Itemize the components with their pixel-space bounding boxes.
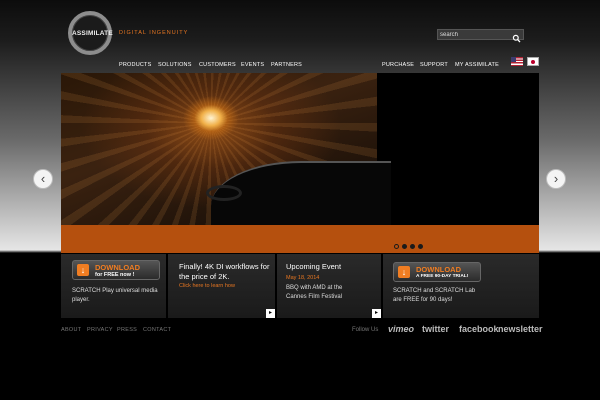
facebook-icon[interactable]: facebook	[459, 324, 499, 334]
event-text: BBQ with AMD at the Cannes Film Festival	[286, 285, 343, 300]
panel-text: SCRATCH and SCRATCH Lab are FREE for 90 …	[393, 288, 476, 303]
chevron-right-icon[interactable]: ›	[546, 169, 566, 189]
event-date: May 18, 2014	[286, 275, 320, 281]
download-sublabel: A FREE 90-DAY TRIAL!	[416, 274, 469, 279]
download-trial-button[interactable]: ↓ DOWNLOAD A FREE 90-DAY TRIAL!	[393, 262, 481, 282]
nav-events[interactable]: EVENTS	[241, 62, 264, 68]
vimeo-icon[interactable]: vimeo	[388, 324, 414, 334]
corner-arrow-icon[interactable]: ▸	[372, 309, 381, 318]
hero-image-car-tunnel[interactable]	[61, 73, 391, 251]
assimilate-logo[interactable]: ASSIMILATE	[68, 11, 113, 55]
japan-flag-icon[interactable]	[527, 57, 539, 66]
newsletter-icon[interactable]: newsletter	[498, 324, 543, 334]
chevron-left-icon[interactable]: ‹	[33, 169, 53, 189]
tagline: DIGITAL INGENUITY	[119, 30, 189, 36]
download-arrow-icon: ↓	[77, 264, 89, 276]
search-icon[interactable]	[512, 30, 521, 43]
panel-upcoming-event: Upcoming Event May 18, 2014 BBQ with AMD…	[277, 254, 381, 318]
hero-slider	[61, 73, 539, 253]
slider-dot[interactable]	[418, 244, 423, 249]
nav-customers[interactable]: CUSTOMERS	[199, 62, 236, 68]
panel-title: Finally! 4K DI workflows for the price o…	[179, 262, 270, 281]
learn-how-link[interactable]: Click here to learn how	[179, 283, 235, 289]
nav-support[interactable]: SUPPORT	[420, 62, 448, 68]
panel-scratch-play: ↓ DOWNLOAD for FREE now ! SCRATCH Play u…	[61, 254, 166, 318]
search-box	[437, 29, 524, 43]
promo-panels: ↓ DOWNLOAD for FREE now ! SCRATCH Play u…	[61, 254, 539, 318]
download-label: DOWNLOAD	[95, 263, 140, 272]
slider-dot[interactable]	[394, 244, 399, 249]
panel-title: Upcoming Event	[286, 262, 342, 271]
nav-products[interactable]: PRODUCTS	[119, 62, 151, 68]
panel-4k-di: Finally! 4K DI workflows for the price o…	[168, 254, 275, 318]
nav-purchase[interactable]: PURCHASE	[382, 62, 414, 68]
panel-free-trial: ↓ DOWNLOAD A FREE 90-DAY TRIAL! SCRATCH …	[383, 254, 539, 318]
corner-arrow-icon[interactable]: ▸	[266, 309, 275, 318]
slider-dots	[394, 236, 426, 253]
us-flag-icon[interactable]	[511, 57, 523, 66]
follow-us-label: Follow Us	[352, 327, 379, 333]
download-play-button[interactable]: ↓ DOWNLOAD for FREE now !	[72, 260, 160, 280]
footer-about[interactable]: ABOUT	[61, 327, 81, 333]
nav-solutions[interactable]: SOLUTIONS	[158, 62, 192, 68]
steering-wheel	[206, 185, 242, 201]
footer-privacy[interactable]: PRIVACY	[87, 327, 113, 333]
download-label: DOWNLOAD	[416, 265, 461, 274]
nav-my-assimilate[interactable]: MY ASSIMILATE	[455, 62, 499, 68]
search-input[interactable]	[440, 30, 512, 39]
logo-text: ASSIMILATE	[72, 30, 113, 37]
download-arrow-icon: ↓	[398, 266, 410, 278]
panel-text: SCRATCH Play universal media player.	[72, 288, 158, 303]
footer-contact[interactable]: CONTACT	[143, 327, 171, 333]
hero-caption-band	[61, 225, 539, 253]
slider-dot[interactable]	[402, 244, 407, 249]
download-sublabel: for FREE now !	[95, 272, 135, 278]
footer-press[interactable]: PRESS	[117, 327, 137, 333]
nav-partners[interactable]: PARTNERS	[271, 62, 302, 68]
slider-dot[interactable]	[410, 244, 415, 249]
twitter-icon[interactable]: twitter	[422, 324, 449, 334]
